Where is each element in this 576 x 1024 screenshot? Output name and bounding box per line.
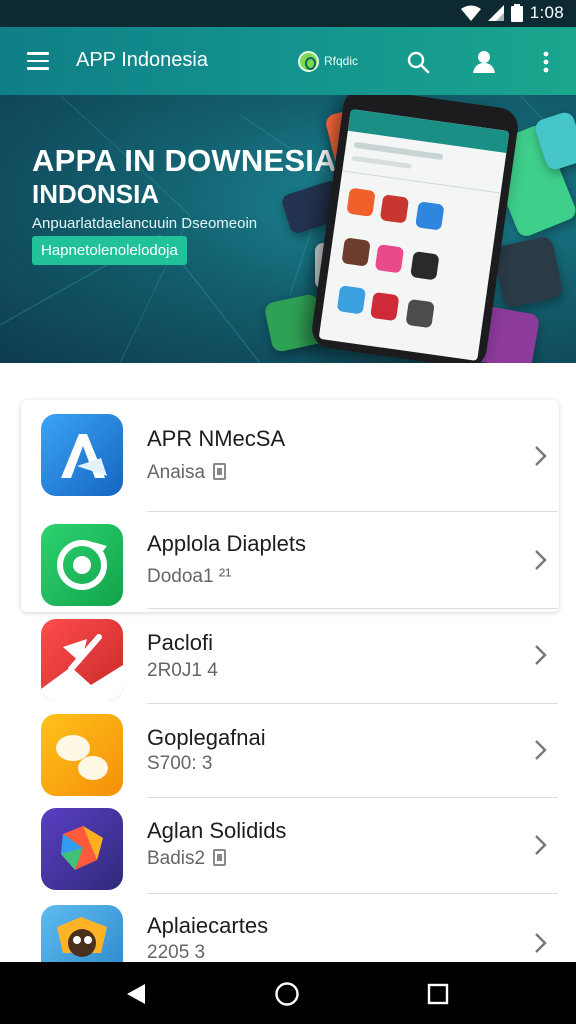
bookmark-icon (41, 619, 123, 701)
app-meta: Anaisa (147, 462, 227, 484)
mascot-icon (41, 905, 123, 962)
phone-screen (318, 108, 510, 361)
battery-icon (510, 4, 523, 22)
account-icon[interactable] (469, 47, 499, 77)
floating-app-icon (492, 235, 564, 309)
location-chip-label[interactable]: Rfqdic (324, 54, 358, 68)
app-title: Goplegafnai (147, 725, 266, 750)
refresh-icon (41, 524, 123, 606)
system-nav-bar (0, 962, 576, 1024)
app-meta: Dodoa1 ²¹ (147, 566, 232, 587)
back-icon[interactable] (123, 981, 149, 1007)
divider (147, 797, 558, 798)
status-bar: 1:08 (0, 0, 576, 27)
play-triangle-icon (41, 808, 123, 890)
divider (147, 703, 558, 704)
banner-headline-secondary: INDONSIA (32, 179, 160, 209)
app-list-item[interactable]: Paclofi 2R0J1 4 (0, 612, 576, 706)
signal-icon (487, 5, 504, 21)
app-title: Aglan Solidids (147, 818, 287, 843)
app-title: APR NMecSA (147, 426, 286, 451)
more-vert-icon[interactable] (531, 47, 561, 77)
divider (147, 608, 558, 609)
app-title: Paclofi (147, 630, 214, 655)
storage-icon (213, 463, 227, 480)
chevron-right-icon (535, 446, 547, 466)
banner-cta-button[interactable]: Hapnetolenolelodoja (32, 236, 187, 265)
home-icon[interactable] (274, 981, 300, 1007)
status-icons: 1:08 (460, 3, 564, 23)
location-chip-icon[interactable] (298, 51, 319, 72)
app-meta: 2205 3 (147, 942, 206, 962)
divider (147, 511, 558, 512)
app-list-item[interactable]: Applola Diaplets Dodoa1 ²¹ (0, 520, 576, 614)
app-list-item[interactable]: Goplegafnai S700: 3 (0, 707, 576, 801)
chevron-right-icon (535, 740, 547, 760)
chat-bubbles-icon (41, 714, 123, 796)
banner-subtitle: Anpuarlatdaelancuuin Dseomeoin (32, 215, 258, 232)
app-title: APP Indonesia (76, 49, 208, 71)
app-list-item[interactable]: Aplaiecartes 2205 3 (0, 897, 576, 962)
banner-headline: APPA IN DOWNESIA (32, 143, 337, 178)
app-title: Aplaiecartes (147, 913, 269, 938)
status-time: 1:08 (529, 3, 564, 22)
app-list-item[interactable]: APR NMecSA Anaisa (0, 412, 576, 506)
search-icon[interactable] (403, 47, 433, 77)
app-meta: S700: 3 (147, 753, 213, 774)
app-list-item[interactable]: Aglan Solidids Badis2 (0, 801, 576, 895)
app-meta: 2R0J1 4 (147, 660, 218, 681)
chevron-right-icon (535, 933, 547, 953)
promo-banner[interactable]: APPA IN DOWNESIA INDONSIA Anpuarlatdaela… (0, 95, 576, 363)
app-bar: APP Indonesia Rfqdic (0, 27, 576, 95)
app-store-icon (41, 414, 123, 496)
recents-icon[interactable] (425, 981, 451, 1007)
menu-icon[interactable] (27, 52, 49, 70)
chevron-right-icon (535, 645, 547, 665)
app-meta: Badis2 (147, 848, 227, 870)
chevron-right-icon (535, 550, 547, 570)
chevron-right-icon (535, 835, 547, 855)
app-title: Applola Diaplets (147, 531, 306, 556)
divider (147, 893, 558, 894)
wifi-icon (460, 5, 481, 21)
screen: 1:08 APP Indonesia Rfqdic APPA IN DOWNES… (0, 0, 576, 1024)
storage-icon (213, 849, 227, 866)
phone-mockup (309, 95, 521, 363)
